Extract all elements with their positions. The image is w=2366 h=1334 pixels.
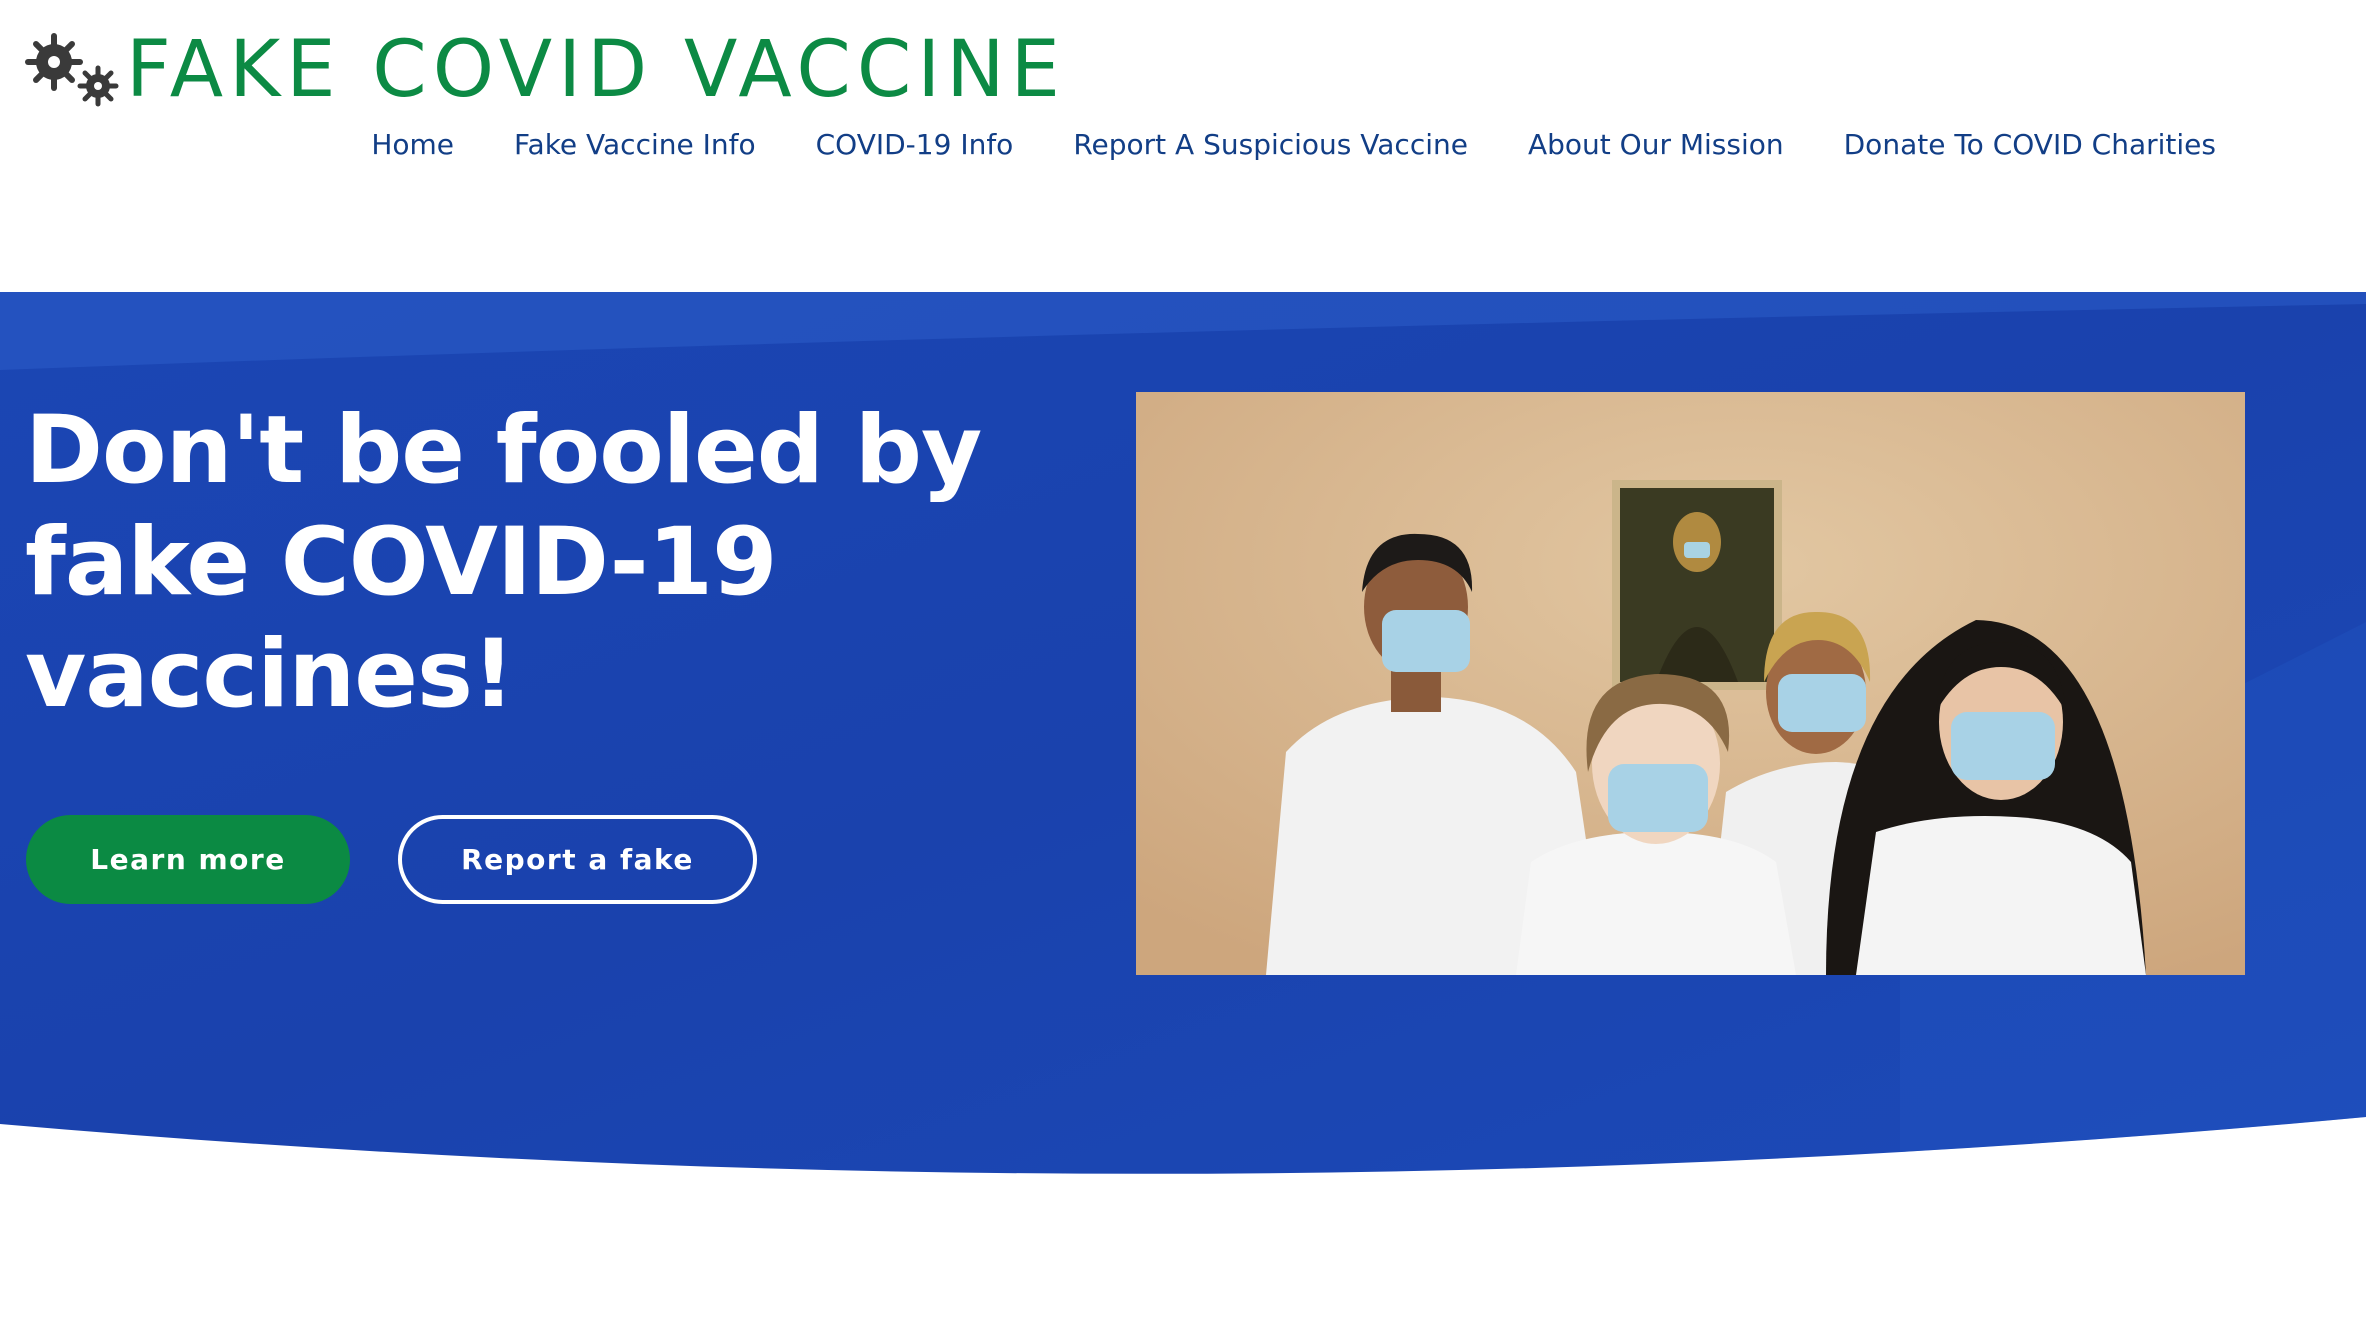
nav-item-donate[interactable]: Donate To COVID Charities: [1844, 128, 2216, 161]
hero-headline: Don't be fooled by fake COVID-19 vaccine…: [25, 396, 982, 729]
virus-gears-icon: [25, 33, 119, 107]
nav-item-report-suspicious-vaccine[interactable]: Report A Suspicious Vaccine: [1073, 128, 1468, 161]
nav-item-covid-19-info[interactable]: COVID-19 Info: [816, 128, 1014, 161]
hero-photo: [1136, 392, 2245, 975]
nav-item-fake-vaccine-info[interactable]: Fake Vaccine Info: [514, 128, 756, 161]
nav-item-about-mission[interactable]: About Our Mission: [1528, 128, 1784, 161]
nav-item-home[interactable]: Home: [371, 128, 454, 161]
learn-more-button[interactable]: Learn more: [26, 815, 350, 904]
report-fake-button[interactable]: Report a fake: [398, 815, 757, 904]
site-title: FAKE COVID VACCINE: [126, 25, 1066, 115]
page: FAKE COVID VACCINE Home Fake Vaccine Inf…: [0, 0, 2366, 1334]
main-nav: Home Fake Vaccine Info COVID-19 Info Rep…: [371, 128, 2216, 161]
painting: [1612, 480, 1782, 690]
site-logo[interactable]: FAKE COVID VACCINE: [24, 30, 1066, 110]
